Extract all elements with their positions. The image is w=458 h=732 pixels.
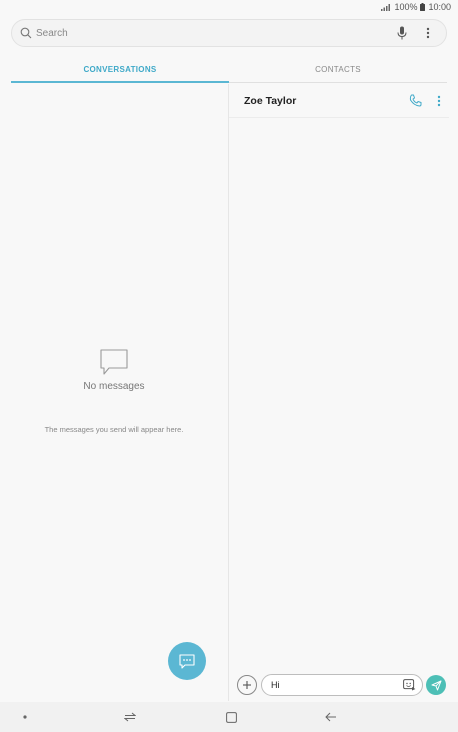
voice-search-button[interactable] <box>392 23 412 43</box>
new-message-icon <box>179 653 195 669</box>
recent-apps-button[interactable] <box>110 702 150 732</box>
message-text[interactable]: Hi <box>271 680 403 690</box>
navigation-bar <box>0 702 458 732</box>
nav-dot-button[interactable] <box>5 702 45 732</box>
empty-state-subtitle: The messages you send will appear here. <box>44 425 184 434</box>
send-button[interactable] <box>426 675 446 695</box>
dot-icon <box>23 715 27 719</box>
sticker-icon[interactable] <box>403 679 416 691</box>
battery-percent: 100% <box>394 2 418 12</box>
search-icon <box>20 27 32 39</box>
message-input[interactable]: Hi <box>261 674 423 696</box>
search-input[interactable]: Search <box>36 28 386 39</box>
search-bar[interactable]: Search <box>11 19 447 47</box>
add-icon <box>243 681 251 689</box>
tab-conversations[interactable]: CONVERSATIONS <box>11 57 229 83</box>
chat-more-options-button[interactable] <box>429 91 449 111</box>
signal-icon <box>381 4 391 11</box>
battery-icon <box>420 3 426 11</box>
contact-name[interactable]: Zoe Taylor <box>244 95 401 107</box>
tab-contacts[interactable]: CONTACTS <box>229 57 447 83</box>
status-bar: 100% 10:00 <box>0 0 458 14</box>
empty-state-title: No messages <box>83 381 145 392</box>
chat-pane: Zoe Taylor Hi <box>229 84 458 701</box>
clock: 10:00 <box>428 2 451 12</box>
send-icon <box>431 680 441 690</box>
tab-bar: CONVERSATIONS CONTACTS <box>11 57 447 83</box>
back-button[interactable] <box>311 702 351 732</box>
call-button[interactable] <box>405 91 425 111</box>
conversations-pane: No messages The messages you send will a… <box>0 84 228 701</box>
attach-button[interactable] <box>237 675 257 695</box>
more-options-icon <box>426 27 430 39</box>
home-button[interactable] <box>211 702 251 732</box>
back-icon <box>325 712 336 722</box>
compose-message-button[interactable] <box>168 642 206 680</box>
chat-bubble-icon <box>100 349 128 375</box>
phone-icon <box>409 94 421 107</box>
recent-apps-icon <box>124 712 136 722</box>
home-icon <box>225 711 237 723</box>
more-options-icon <box>437 95 441 106</box>
chat-header: Zoe Taylor <box>229 84 449 118</box>
microphone-icon <box>397 26 407 40</box>
more-options-button[interactable] <box>418 23 438 43</box>
message-composer: Hi <box>237 673 452 697</box>
